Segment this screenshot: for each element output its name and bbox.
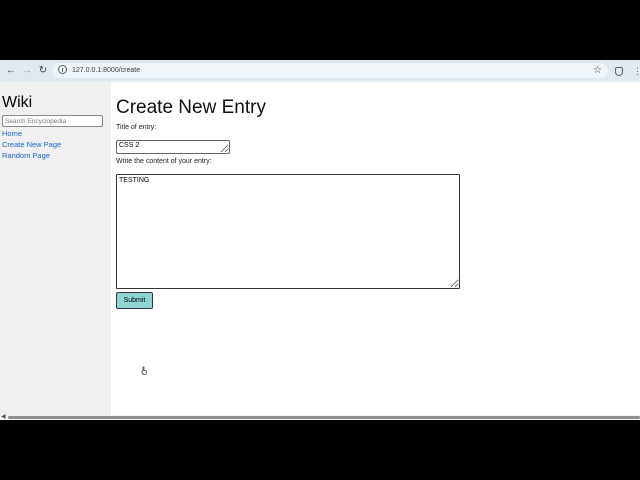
site-info-icon[interactable] bbox=[58, 65, 67, 74]
browser-window: ← → ↻ 127.0.0.1:8000/create ☆ ⋮ Wiki Hom… bbox=[0, 60, 640, 420]
address-bar[interactable]: 127.0.0.1:8000/create ☆ bbox=[52, 63, 608, 78]
sidebar: Wiki Home Create New Page Random Page bbox=[0, 82, 111, 415]
page-content: Wiki Home Create New Page Random Page Cr… bbox=[0, 82, 640, 415]
browser-toolbar: ← → ↻ 127.0.0.1:8000/create ☆ ⋮ bbox=[0, 60, 640, 82]
browser-menu-icon[interactable]: ⋮ bbox=[633, 64, 640, 78]
site-title: Wiki bbox=[2, 94, 33, 111]
hand-cursor-icon bbox=[141, 366, 147, 375]
sidebar-link-create-new-page[interactable]: Create New Page bbox=[2, 140, 61, 149]
scroll-left-icon[interactable]: ◀ bbox=[1, 414, 6, 420]
horizontal-scrollbar[interactable]: ◀ bbox=[0, 414, 640, 420]
sidebar-link-home[interactable]: Home bbox=[2, 129, 22, 138]
submit-button[interactable]: Submit bbox=[116, 292, 153, 309]
content-textarea[interactable]: TESTING bbox=[116, 174, 460, 289]
bookmark-star-icon[interactable]: ☆ bbox=[593, 63, 602, 78]
main-content: Create New Entry Title of entry: CSS 2 W… bbox=[116, 82, 636, 415]
sidebar-link-random-page[interactable]: Random Page bbox=[2, 151, 50, 160]
content-label: Write the content of your entry: bbox=[116, 158, 212, 165]
scrollbar-thumb[interactable] bbox=[8, 416, 640, 419]
title-label: Title of entry: bbox=[116, 124, 157, 131]
title-input[interactable]: CSS 2 bbox=[116, 140, 230, 154]
page-title: Create New Entry bbox=[116, 97, 266, 118]
reload-icon[interactable]: ↻ bbox=[36, 63, 50, 79]
forward-icon[interactable]: → bbox=[20, 63, 34, 79]
url-text[interactable]: 127.0.0.1:8000/create bbox=[72, 63, 140, 78]
search-input[interactable] bbox=[2, 115, 103, 127]
extension-shield-icon[interactable] bbox=[615, 67, 623, 76]
back-icon[interactable]: ← bbox=[4, 63, 18, 79]
